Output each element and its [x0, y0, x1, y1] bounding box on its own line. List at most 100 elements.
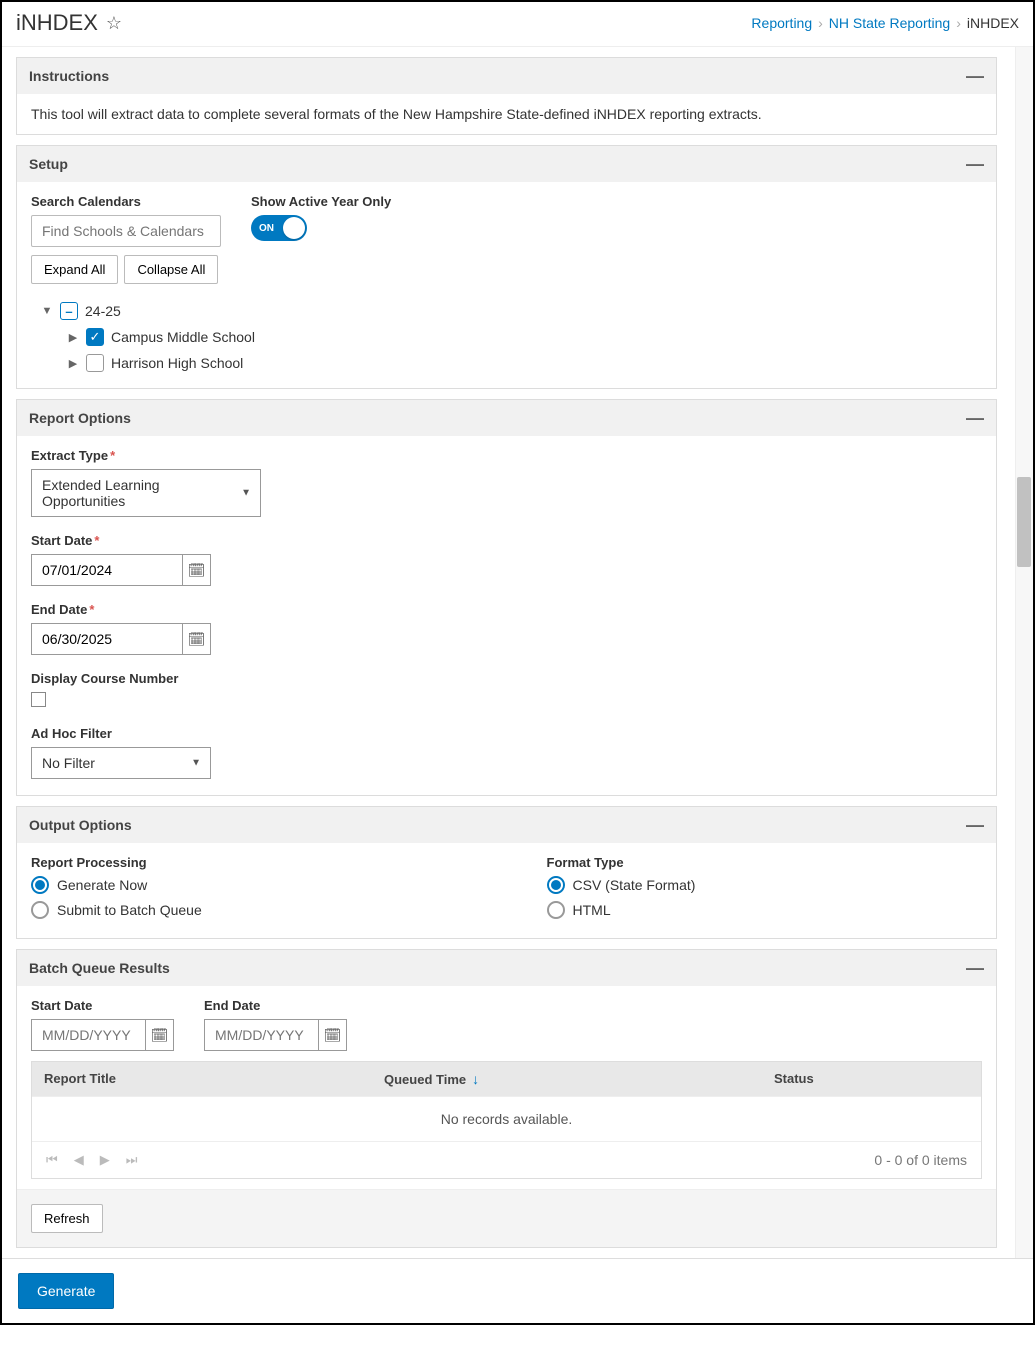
calendar-icon[interactable]: 🗓	[182, 624, 210, 654]
instructions-text: This tool will extract data to complete …	[31, 106, 982, 122]
col-report-title[interactable]: Report Title	[32, 1062, 372, 1096]
radio-label: CSV (State Format)	[573, 877, 696, 893]
display-course-checkbox[interactable]	[31, 692, 46, 707]
collapse-icon[interactable]: —	[966, 819, 984, 831]
bq-start-date-input[interactable]	[32, 1020, 145, 1050]
format-radio-html[interactable]: HTML	[547, 901, 983, 919]
pager-next-icon[interactable]: ▶	[100, 1152, 110, 1168]
setup-panel: Setup — Search Calendars Show Active Yea…	[16, 145, 997, 389]
end-date-input[interactable]	[32, 624, 182, 654]
processing-radio-generate-now[interactable]: Generate Now	[31, 876, 467, 894]
format-type-label: Format Type	[547, 855, 983, 870]
school-checkbox-unchecked[interactable]	[86, 354, 104, 372]
bq-start-date-field: 🗓	[31, 1019, 174, 1051]
bq-end-date-input[interactable]	[205, 1020, 318, 1050]
radio-on-icon	[31, 876, 49, 894]
tree-school-label: Harrison High School	[111, 355, 243, 371]
pager-prev-icon[interactable]: ◀	[74, 1152, 84, 1168]
scrollbar-track[interactable]	[1015, 47, 1033, 1258]
report-options-title: Report Options	[29, 410, 131, 426]
calendar-icon[interactable]: 🗓	[318, 1020, 346, 1050]
format-radio-csv[interactable]: CSV (State Format)	[547, 876, 983, 894]
radio-label: HTML	[573, 902, 611, 918]
search-calendars-input[interactable]	[31, 215, 221, 247]
report-options-header[interactable]: Report Options —	[17, 400, 996, 436]
extract-type-value: Extended Learning Opportunities	[42, 477, 160, 509]
tree-year-label: 24-25	[85, 303, 121, 319]
tree-year-row[interactable]: ▼ – 24-25	[41, 298, 982, 324]
collapse-icon[interactable]: —	[966, 158, 984, 170]
bq-end-date-label: End Date	[204, 998, 347, 1013]
caret-down-icon[interactable]: ▼	[41, 305, 53, 317]
processing-radio-batch-queue[interactable]: Submit to Batch Queue	[31, 901, 467, 919]
output-options-header[interactable]: Output Options —	[17, 807, 996, 843]
grid-pager: ⏮ ◀ ▶ ⏭	[46, 1152, 137, 1168]
radio-label: Generate Now	[57, 877, 147, 893]
setup-title: Setup	[29, 156, 68, 172]
collapse-all-button[interactable]: Collapse All	[124, 255, 218, 284]
chevron-right-icon: ›	[818, 15, 823, 31]
active-year-label: Show Active Year Only	[251, 194, 391, 209]
expand-all-button[interactable]: Expand All	[31, 255, 118, 284]
instructions-header[interactable]: Instructions —	[17, 58, 996, 94]
instructions-panel: Instructions — This tool will extract da…	[16, 57, 997, 135]
toggle-knob	[283, 217, 305, 239]
caret-right-icon[interactable]: ▶	[67, 331, 79, 344]
breadcrumb-link-reporting[interactable]: Reporting	[751, 15, 812, 31]
generate-button[interactable]: Generate	[18, 1273, 114, 1309]
end-date-label: End Date*	[31, 602, 982, 617]
pager-summary: 0 - 0 of 0 items	[874, 1152, 967, 1168]
batch-queue-header[interactable]: Batch Queue Results —	[17, 950, 996, 986]
tree-school-label: Campus Middle School	[111, 329, 255, 345]
caret-right-icon[interactable]: ▶	[67, 357, 79, 370]
start-date-field: 🗓	[31, 554, 211, 586]
year-checkbox-mixed[interactable]: –	[60, 302, 78, 320]
batch-queue-panel: Batch Queue Results — Start Date 🗓	[16, 949, 997, 1248]
sort-down-icon: ↓	[472, 1071, 479, 1087]
toggle-on-label: ON	[259, 223, 274, 234]
refresh-button[interactable]: Refresh	[31, 1204, 103, 1233]
collapse-icon[interactable]: —	[966, 412, 984, 424]
scrollbar-thumb[interactable]	[1017, 477, 1031, 567]
extract-type-label: Extract Type*	[31, 448, 982, 463]
bq-end-date-field: 🗓	[204, 1019, 347, 1051]
calendar-icon[interactable]: 🗓	[145, 1020, 173, 1050]
pager-first-icon[interactable]: ⏮	[46, 1152, 58, 1168]
collapse-icon[interactable]: —	[966, 70, 984, 82]
tree-school-row[interactable]: ▶ Harrison High School	[67, 350, 982, 376]
output-options-title: Output Options	[29, 817, 132, 833]
favorite-star-icon[interactable]: ☆	[106, 13, 122, 34]
pager-last-icon[interactable]: ⏭	[126, 1152, 138, 1168]
breadcrumbs: Reporting › NH State Reporting › iNHDEX	[751, 15, 1019, 31]
tree-school-row[interactable]: ▶ ✓ Campus Middle School	[67, 324, 982, 350]
grid-footer: ⏮ ◀ ▶ ⏭ 0 - 0 of 0 items	[32, 1141, 981, 1178]
page-title: iNHDEX	[16, 10, 98, 36]
chevron-right-icon: ›	[956, 15, 961, 31]
breadcrumb-current: iNHDEX	[967, 15, 1019, 31]
bottom-bar: Generate	[2, 1258, 1033, 1323]
calendar-icon[interactable]: 🗓	[182, 555, 210, 585]
adhoc-filter-select[interactable]: No Filter	[31, 747, 211, 779]
col-queued-time[interactable]: Queued Time ↓	[372, 1062, 762, 1096]
col-status[interactable]: Status	[762, 1062, 981, 1096]
batch-queue-grid: Report Title Queued Time ↓ Status No rec…	[31, 1061, 982, 1179]
setup-header[interactable]: Setup —	[17, 146, 996, 182]
grid-header-row: Report Title Queued Time ↓ Status	[32, 1062, 981, 1096]
adhoc-filter-label: Ad Hoc Filter	[31, 726, 982, 741]
end-date-field: 🗓	[31, 623, 211, 655]
report-processing-label: Report Processing	[31, 855, 467, 870]
search-calendars-label: Search Calendars	[31, 194, 221, 209]
start-date-label: Start Date*	[31, 533, 982, 548]
start-date-input[interactable]	[32, 555, 182, 585]
breadcrumb-link-nh-state[interactable]: NH State Reporting	[829, 15, 950, 31]
radio-off-icon	[547, 901, 565, 919]
batch-queue-title: Batch Queue Results	[29, 960, 170, 976]
instructions-title: Instructions	[29, 68, 109, 84]
radio-label: Submit to Batch Queue	[57, 902, 202, 918]
school-checkbox-checked[interactable]: ✓	[86, 328, 104, 346]
extract-type-select[interactable]: Extended Learning Opportunities	[31, 469, 261, 517]
report-options-panel: Report Options — Extract Type* Extended …	[16, 399, 997, 796]
active-year-toggle[interactable]: ON	[251, 215, 307, 241]
display-course-label: Display Course Number	[31, 671, 982, 686]
collapse-icon[interactable]: —	[966, 962, 984, 974]
